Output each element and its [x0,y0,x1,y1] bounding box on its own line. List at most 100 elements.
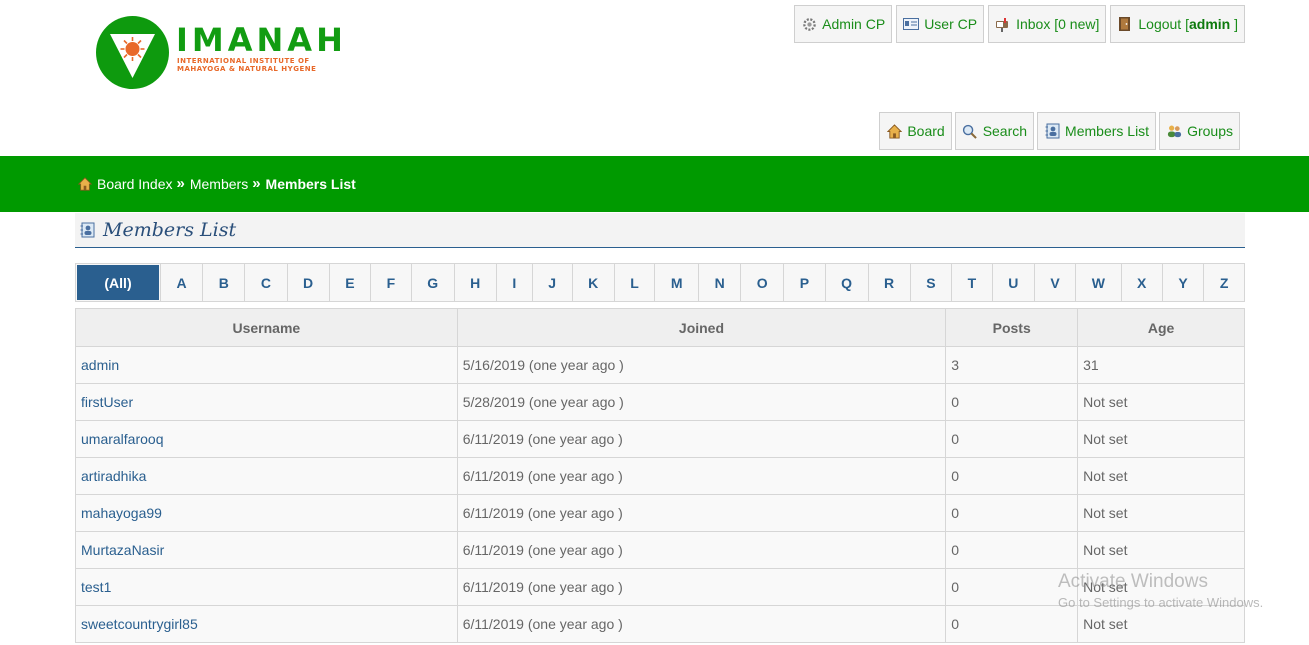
posts-cell: 0 [945,494,1079,532]
column-header-joined[interactable]: Joined [456,308,947,347]
joined-cell: 6/11/2019 (one year ago ) [456,494,947,532]
username-cell[interactable]: MurtazaNasir [75,531,458,569]
user-cp-button[interactable]: User CP [896,5,985,43]
letter-filter-r[interactable]: R [867,264,910,301]
joined-cell: 6/11/2019 (one year ago ) [456,531,947,569]
letter-filter-f[interactable]: F [370,264,411,301]
posts-cell: 0 [945,605,1079,643]
letter-filter-n[interactable]: N [698,264,740,301]
letter-filter-l[interactable]: L [613,264,655,301]
breadcrumb-board-index[interactable]: Board Index [97,176,173,192]
letter-filter-c[interactable]: C [244,264,286,301]
letter-filter-all[interactable]: (All) [77,265,159,300]
table-row: admin 5/16/2019 (one year ago ) 3 31 [75,346,1245,384]
username-cell[interactable]: sweetcountrygirl85 [75,605,458,643]
column-header-posts[interactable]: Posts [945,308,1079,347]
letter-filter-q[interactable]: Q [824,264,868,301]
site-logo[interactable]: IMANAH INTERNATIONAL INSTITUTE OF MAHAYO… [96,16,356,90]
logo-emblem-icon [96,16,169,89]
joined-cell: 5/16/2019 (one year ago ) [456,346,947,384]
page-title: Members List [103,219,237,241]
logout-label: Logout [admin ] [1138,16,1238,32]
letter-filter-g[interactable]: G [410,264,454,301]
search-button[interactable]: Search [954,112,1035,150]
member-book-icon [1044,123,1060,139]
joined-cell: 6/11/2019 (one year ago ) [456,420,947,458]
joined-cell: 6/11/2019 (one year ago ) [456,457,947,495]
gear-icon [801,16,817,32]
posts-cell: 0 [945,420,1079,458]
logout-username: admin [1188,16,1231,32]
page-title-bar: Members List [75,213,1245,248]
table-row: umaralfarooq 6/11/2019 (one year ago ) 0 No… [75,420,1245,458]
letter-filter-a[interactable]: A [160,264,202,301]
table-row: artiradhika 6/11/2019 (one year ago ) 0 Not… [75,457,1245,495]
home-icon [77,176,93,192]
table-row: sweetcountrygirl85 6/11/2019 (one year ag… [75,605,1245,643]
user-nav: Admin CP User CP Inbox [0 new] Logout [a… [794,5,1245,43]
member-book-icon [79,222,95,238]
inbox-label: Inbox [0 new] [1016,16,1100,32]
column-header-username[interactable]: Username [75,308,458,347]
breadcrumb-members[interactable]: Members [190,176,248,192]
age-cell: Not set [1077,531,1245,569]
logo-tagline: INTERNATIONAL INSTITUTE OF MAHAYOGA & NA… [177,57,317,73]
joined-cell: 6/11/2019 (one year ago ) [456,568,947,606]
letter-filter-v[interactable]: V [1033,264,1075,301]
letter-filter-b[interactable]: B [202,264,244,301]
posts-cell: 0 [945,531,1079,569]
letter-filter-m[interactable]: M [654,264,698,301]
admin-cp-label: Admin CP [822,16,886,32]
username-cell[interactable]: admin [75,346,458,384]
forum-nav: Board Search Members List Groups [879,112,1240,150]
alphabet-filter: (All) A B C D E F G H I J K L M N O P Q R S T U V W X Y Z [75,263,1245,302]
breadcrumb-current: Members List [265,175,356,192]
groups-button[interactable]: Groups [1159,112,1240,150]
letter-filter-o[interactable]: O [740,264,783,301]
breadcrumb-separator-icon: » [176,175,185,192]
user-cp-label: User CP [924,16,978,32]
table-row: MurtazaNasir 6/11/2019 (one year ago ) 0 No… [75,531,1245,569]
logo-wordmark: IMANAH [176,21,347,59]
letter-filter-z[interactable]: Z [1203,264,1244,301]
letter-filter-w[interactable]: W [1075,264,1120,301]
board-button[interactable]: Board [879,112,952,150]
groups-label: Groups [1187,123,1233,139]
door-icon [1117,16,1133,32]
age-cell: Not set [1077,420,1245,458]
letter-filter-y[interactable]: Y [1161,264,1203,301]
letter-filter-k[interactable]: K [571,264,614,301]
admin-cp-button[interactable]: Admin CP [794,5,893,43]
username-cell[interactable]: firstUser [75,383,458,421]
groups-icon [1166,123,1182,139]
username-cell[interactable]: mahayoga99 [75,494,458,532]
table-row: mahayoga99 6/11/2019 (one year ago ) 0 Not … [75,494,1245,532]
home-icon [886,123,902,139]
age-cell: 31 [1077,346,1245,384]
username-cell[interactable]: artiradhika [75,457,458,495]
username-cell[interactable]: test1 [75,568,458,606]
letter-filter-x[interactable]: X [1120,264,1162,301]
board-label: Board [907,123,945,139]
logout-button[interactable]: Logout [admin ] [1110,5,1245,43]
letter-filter-j[interactable]: J [531,264,572,301]
inbox-button[interactable]: Inbox [0 new] [988,5,1107,43]
search-icon [962,123,978,139]
joined-cell: 5/28/2019 (one year ago ) [456,383,947,421]
posts-cell: 0 [945,383,1079,421]
column-header-age[interactable]: Age [1077,308,1245,347]
letter-filter-d[interactable]: D [286,264,329,301]
letter-filter-i[interactable]: I [495,264,532,301]
letter-filter-e[interactable]: E [328,264,370,301]
letter-filter-s[interactable]: S [909,264,951,301]
letter-filter-h[interactable]: H [453,264,496,301]
id-card-icon [903,16,920,32]
breadcrumb: Board Index » Members » Members List [77,175,356,192]
age-cell: Not set [1077,383,1245,421]
age-cell: Not set [1077,605,1245,643]
letter-filter-p[interactable]: P [783,264,824,301]
members-list-button[interactable]: Members List [1037,112,1157,150]
letter-filter-u[interactable]: U [991,264,1034,301]
letter-filter-t[interactable]: T [951,264,992,301]
username-cell[interactable]: umaralfarooq [75,420,458,458]
